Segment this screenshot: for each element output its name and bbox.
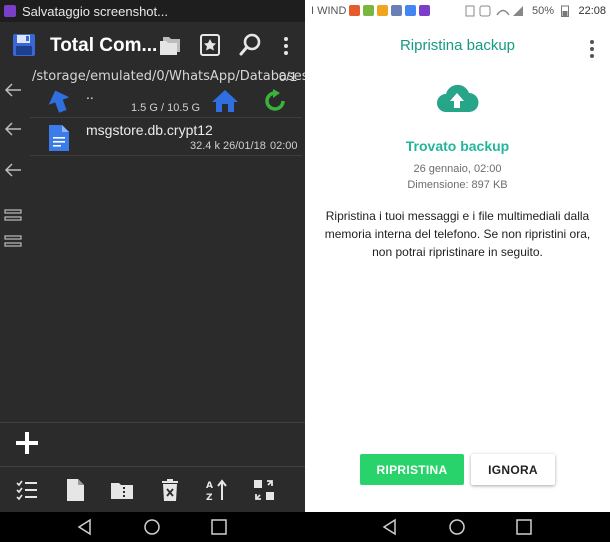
back-arrow-icon[interactable] (4, 121, 22, 137)
recents-icon[interactable] (210, 518, 228, 536)
back-arrow-icon[interactable] (4, 82, 22, 98)
home-icon[interactable] (143, 518, 161, 536)
sort-icon[interactable]: A Z (205, 478, 229, 502)
back-icon[interactable] (76, 518, 94, 536)
svg-text:Z: Z (206, 493, 213, 502)
parent-dir-name: .. (86, 86, 94, 102)
backup-size: Dimensione: 897 KB (407, 179, 508, 191)
select-icon[interactable] (15, 478, 39, 502)
add-icon[interactable] (14, 430, 40, 456)
selection-count: 0/1 (278, 69, 297, 84)
bookmark-star-icon[interactable] (198, 33, 224, 57)
drag-handle-icon[interactable] (4, 233, 22, 249)
more-vert-icon[interactable] (590, 40, 594, 61)
status-time: 22:08 (578, 5, 606, 17)
nav-bar-right (305, 512, 610, 542)
notification-icon (349, 5, 360, 16)
cloud-upload-icon (437, 84, 479, 112)
up-arrow-icon (48, 90, 70, 113)
zip-icon[interactable] (110, 478, 134, 502)
new-file-icon[interactable] (63, 478, 87, 502)
page-title: Ripristina backup (399, 37, 516, 54)
total-commander-pane: Salvataggio screenshot... Total Com... /… (0, 0, 309, 542)
divider (0, 466, 305, 467)
file-row[interactable]: msgstore.db.crypt12 32.4 k 26/01/18 02:0… (30, 120, 302, 156)
tc-toolbar: Total Com... (0, 22, 305, 68)
divider (0, 422, 305, 423)
refresh-icon[interactable] (262, 88, 288, 114)
status-notification-text: Salvataggio screenshot... (22, 3, 168, 19)
backup-found-label: Trovato backup (405, 138, 510, 154)
system-status-icons (465, 5, 523, 17)
nav-bar-left (0, 512, 305, 542)
notification-icon (363, 5, 374, 16)
more-vert-icon[interactable] (284, 37, 288, 58)
notification-icon (419, 5, 430, 16)
file-date: 26/01/18 (223, 140, 266, 152)
carrier-name: I WIND (311, 5, 347, 17)
save-icon[interactable] (12, 33, 38, 57)
parent-dir-row[interactable]: .. 1.5 G / 10.5 G (30, 84, 302, 118)
home-icon[interactable] (448, 518, 466, 536)
restore-description: Ripristina i tuoi messaggi e i file mult… (324, 209, 591, 259)
screenshot-app-icon (4, 5, 16, 17)
storage-space: 1.5 G / 10.5 G (131, 102, 201, 114)
ignore-button[interactable]: IGNORA (471, 454, 555, 485)
battery-level: 50% (532, 5, 555, 17)
status-bar-right: I WIND 50% 22:08 (305, 0, 610, 22)
folders-icon[interactable] (158, 33, 184, 57)
home-folder-icon[interactable] (211, 88, 239, 114)
notification-icon (377, 5, 388, 16)
notification-icon (391, 5, 402, 16)
back-icon[interactable] (381, 518, 399, 536)
delete-icon[interactable] (158, 478, 182, 502)
back-arrow-icon[interactable] (4, 162, 22, 178)
file-name: msgstore.db.crypt12 (86, 122, 213, 138)
file-size: 32.4 k (190, 140, 220, 152)
tc-bottom-toolbar: A Z (0, 468, 305, 512)
status-bar-left: Salvataggio screenshot... (0, 0, 305, 22)
search-icon[interactable] (238, 33, 264, 57)
svg-text:A: A (206, 481, 213, 491)
backup-date: 26 gennaio, 02:00 (413, 163, 502, 175)
file-time: 02:00 (270, 140, 298, 152)
battery-icon (561, 5, 569, 17)
drag-handle-icon[interactable] (4, 207, 22, 223)
current-path: /storage/emulated/0/WhatsApp/Databases (32, 69, 309, 84)
swap-icon[interactable] (252, 478, 276, 502)
document-file-icon (49, 125, 69, 151)
restore-button[interactable]: RIPRISTINA (360, 454, 464, 485)
app-title: Total Com... (50, 35, 158, 56)
recents-icon[interactable] (515, 518, 533, 536)
notification-icon (405, 5, 416, 16)
whatsapp-restore-pane: I WIND 50% 22:08 Ripristina backup Trova… (305, 0, 610, 542)
